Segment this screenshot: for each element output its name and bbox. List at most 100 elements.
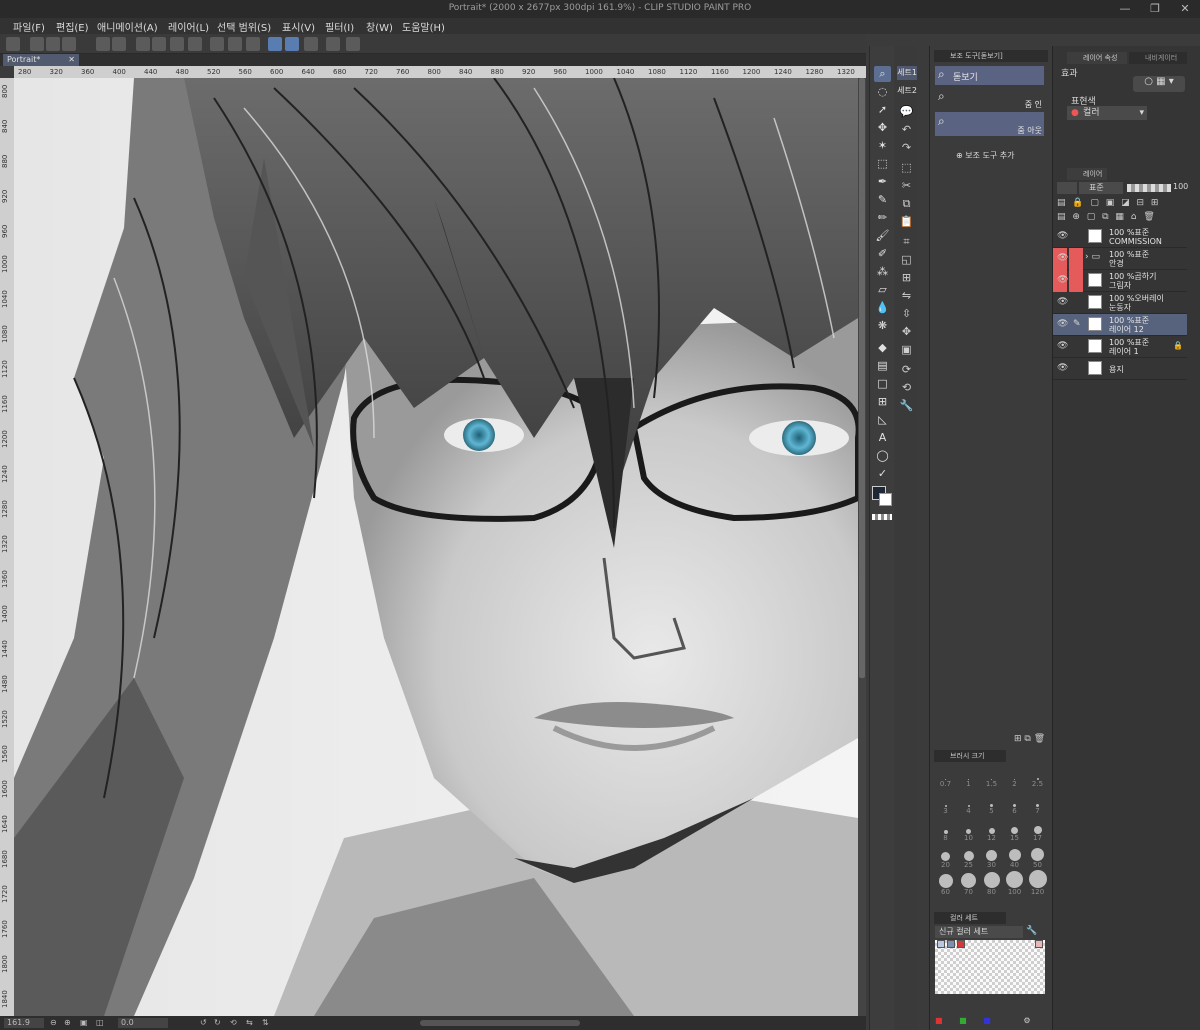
marker-tool-icon[interactable]: ✐ <box>874 246 891 262</box>
redo-small-icon[interactable]: ↷ <box>898 140 915 156</box>
help-icon[interactable] <box>346 37 360 51</box>
brush-size-tab[interactable]: 브러시 크기 <box>934 750 1006 762</box>
undo-small-icon[interactable]: ↶ <box>898 122 915 138</box>
rotate-left-icon[interactable]: ↺ <box>200 1018 207 1027</box>
text-tool-icon[interactable]: A <box>874 430 891 446</box>
brush-size-cell[interactable]: 70 <box>957 873 980 897</box>
brush-size-cell[interactable]: 8 <box>934 820 957 843</box>
fill-tool-icon[interactable]: ◆ <box>874 340 891 356</box>
open-file-icon[interactable] <box>46 37 60 51</box>
close-tab-icon[interactable]: ✕ <box>68 54 75 66</box>
color-set-settings-icon[interactable]: 🔧 <box>1026 926 1037 936</box>
menu-file[interactable]: 파일(F) <box>13 19 45 34</box>
balloon-tool-icon[interactable]: ◯ <box>874 448 891 464</box>
sub-tool-loupe[interactable]: ⌕ 돋보기 <box>935 66 1044 85</box>
color-swatch-4[interactable] <box>1035 940 1043 948</box>
brush-size-cell[interactable]: 12 <box>980 820 1003 843</box>
menu-selection[interactable]: 선택 범위(S) <box>217 19 271 34</box>
add-sub-tool-button[interactable]: ⊕ 보조 도구 추가 <box>956 150 1015 161</box>
color-set-tool-icon[interactable]: ⚙ <box>1023 1016 1030 1025</box>
eye-icon[interactable]: 👁 <box>1057 319 1068 329</box>
brush-size-cell[interactable]: 7 <box>1026 793 1049 816</box>
zoom-value[interactable]: 161.9 <box>4 1018 44 1028</box>
layer-property-tab[interactable]: 레이어 속성 <box>1067 52 1127 64</box>
duplicate-icon[interactable]: ⧉ <box>1024 734 1030 744</box>
horizontal-scrollbar[interactable] <box>420 1020 580 1026</box>
layer-toolbar-row1[interactable]: ▤ 🔒 ▢ ▣ ◪ ⊟ ⊞ <box>1057 198 1197 210</box>
fill-selection-icon[interactable] <box>246 37 260 51</box>
flip-vertical-icon[interactable]: ⇅ <box>262 1018 269 1027</box>
zoom-tool-icon[interactable]: ⌕ <box>874 66 891 82</box>
magic-wand-tool-icon[interactable]: ✶ <box>874 138 891 154</box>
brush-size-cell[interactable]: 80 <box>980 872 1003 897</box>
select-layer-icon[interactable] <box>152 37 166 51</box>
airbrush-tool-icon[interactable]: ⁂ <box>874 264 891 280</box>
eye-icon[interactable]: 👁 <box>1057 253 1068 263</box>
fit-screen-icon[interactable]: ▣ <box>80 1018 88 1027</box>
zoom-out-icon[interactable]: ⊖ <box>50 1018 57 1027</box>
save-settings-icon[interactable]: ⊞ <box>1014 734 1022 744</box>
new-file-icon[interactable] <box>30 37 44 51</box>
zoom-in-icon[interactable]: ⊕ <box>64 1018 71 1027</box>
effect-buttons[interactable]: ○ ▦ ▾ <box>1133 76 1185 92</box>
layer-row[interactable]: 👁 100 %표준 레이어 1 🔒 <box>1053 336 1187 358</box>
eyedropper-tool-icon[interactable]: ✒ <box>874 174 891 190</box>
selection-tool-icon[interactable]: ⬚ <box>874 156 891 172</box>
brush-size-cell[interactable]: 0.7 <box>934 766 957 789</box>
reset-rotation-icon[interactable]: ⟲ <box>230 1018 237 1027</box>
rotate-right-icon[interactable]: ↻ <box>214 1018 221 1027</box>
lasso-tool-icon[interactable]: ◌ <box>874 84 891 100</box>
color-swatch-2[interactable] <box>947 940 955 948</box>
mesh-transform-icon[interactable]: ⊞ <box>898 270 915 286</box>
decoration-tool-icon[interactable]: ❋ <box>874 318 891 334</box>
redo-icon[interactable] <box>112 37 126 51</box>
sub-tool-tab[interactable]: 보조 도구[돋보기] <box>934 50 1048 62</box>
color-swatch-3[interactable] <box>957 940 965 948</box>
minimize-button[interactable]: — <box>1110 0 1140 18</box>
maximize-button[interactable]: ❐ <box>1140 0 1170 18</box>
trash-icon[interactable]: 🗑 <box>1034 734 1045 744</box>
operation-tool-icon[interactable]: ➚ <box>874 102 891 118</box>
folder-icon[interactable]: › ▭ <box>1085 252 1100 262</box>
deselect-small-icon[interactable]: ⬚ <box>898 160 915 176</box>
brush-size-cell[interactable]: 120 <box>1026 870 1049 897</box>
device-icon[interactable] <box>326 37 340 51</box>
flip-v-small-icon[interactable]: ⇳ <box>898 306 915 322</box>
set-tab-2[interactable]: 세트2 <box>897 84 917 98</box>
clear-icon[interactable] <box>210 37 224 51</box>
flip-horizontal-icon[interactable]: ⇆ <box>246 1018 253 1027</box>
move-layer-tool-icon[interactable]: ✥ <box>874 120 891 136</box>
fill-icon[interactable] <box>170 37 184 51</box>
figure-tool-icon[interactable]: □ <box>874 376 891 392</box>
copy-icon[interactable]: ⧉ <box>898 196 915 212</box>
brush-size-cell[interactable]: 50 <box>1026 847 1049 870</box>
eye-icon[interactable]: 👁 <box>1057 231 1068 241</box>
cut-icon[interactable]: ✂ <box>898 178 915 194</box>
pencil-tool-icon[interactable]: ✏ <box>874 210 891 226</box>
navigator-tab[interactable]: 내비게이터 <box>1129 52 1187 64</box>
color-set-dropdown[interactable]: 신규 컬러 세트 <box>935 926 1023 938</box>
pen-tool-icon[interactable]: ✎ <box>874 192 891 208</box>
clear-outside-icon[interactable] <box>228 37 242 51</box>
color-swatch-1[interactable] <box>937 940 945 948</box>
brush-tool-icon[interactable]: 🖌 <box>874 228 891 244</box>
sub-tool-zoom-out[interactable]: ⌕ 줌 아웃 <box>935 112 1044 136</box>
paste-icon[interactable]: 📋 <box>898 214 915 230</box>
opacity-slider[interactable] <box>1127 184 1171 192</box>
color-set-tab[interactable]: 컬러 세트 <box>934 912 1006 924</box>
brush-size-cell[interactable]: 1.5 <box>980 766 1003 789</box>
brush-size-cell[interactable]: 6 <box>1003 793 1026 816</box>
flip-h-small-icon[interactable]: ⇋ <box>898 288 915 304</box>
rotation-value[interactable]: 0.0 <box>118 1018 168 1028</box>
document-tab[interactable]: Portrait* ✕ <box>3 54 79 66</box>
ruler-tool-icon[interactable]: ◺ <box>874 412 891 428</box>
rotate-small-icon[interactable]: ⟳ <box>898 362 915 378</box>
brush-size-cell[interactable]: 20 <box>934 847 957 870</box>
brush-size-cell[interactable]: 1 <box>957 766 980 789</box>
canvas[interactable] <box>14 78 858 1016</box>
menu-edit[interactable]: 편집(E) <box>56 19 89 34</box>
layer-color-marker[interactable] <box>1069 270 1083 292</box>
brush-size-cell[interactable]: 60 <box>934 874 957 897</box>
layer-color-marker[interactable] <box>1069 248 1083 270</box>
brush-size-cell[interactable]: 2.5 <box>1026 766 1049 789</box>
